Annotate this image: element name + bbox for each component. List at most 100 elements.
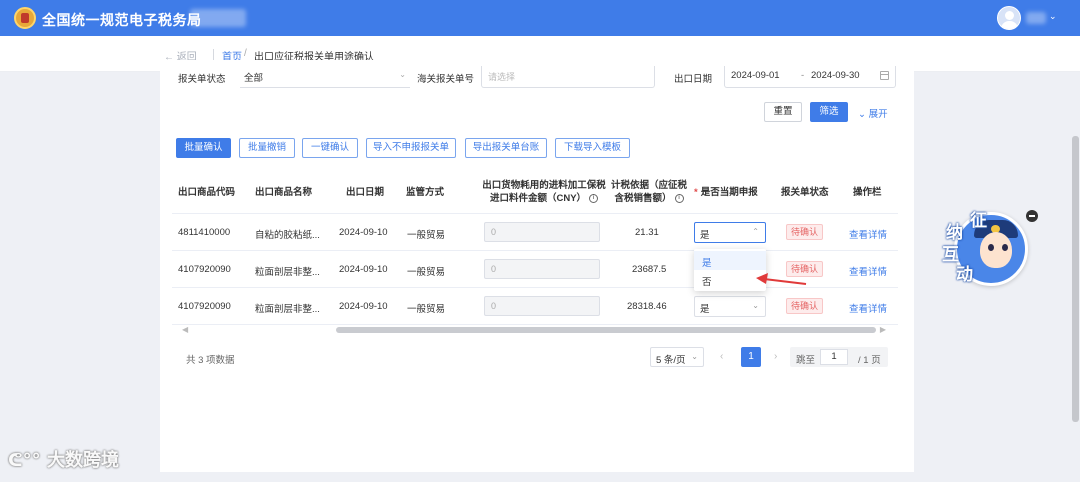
- page-size-value: 5 条/页: [656, 355, 686, 366]
- jump-page-input[interactable]: 1: [820, 349, 848, 365]
- declare-value: 是: [700, 230, 710, 241]
- next-page-icon[interactable]: ›: [774, 351, 777, 362]
- th-code: 出口商品代码: [178, 187, 236, 198]
- download-template-button[interactable]: 下载导入模板: [555, 138, 630, 158]
- status-filter-select[interactable]: 全部 ⌄: [240, 66, 410, 88]
- customs-no-input[interactable]: 请选择: [481, 66, 655, 88]
- bonded-amount-input: 0: [484, 222, 600, 242]
- cell-code: 4811410000: [178, 227, 231, 238]
- watermark-logo-icon: ᕦ°°: [8, 450, 41, 471]
- customs-no-label: 海关报关单号: [417, 74, 475, 85]
- declare-select[interactable]: 是 ⌃: [694, 222, 766, 243]
- info-icon[interactable]: i: [674, 193, 684, 203]
- date-dash: -: [801, 70, 805, 81]
- cell-tax-base: 28318.46: [627, 301, 667, 312]
- cell-name: 粒面剖层非整...: [255, 304, 320, 315]
- chevron-down-icon: ⌄: [752, 301, 759, 310]
- scroll-right-icon[interactable]: ▶: [880, 325, 886, 334]
- th-date: 出口日期: [346, 187, 385, 198]
- cell-code: 4107920090: [178, 264, 231, 275]
- th-bonded-line2: 进口料件金额（CNY）: [489, 193, 587, 204]
- cell-mode: 一般贸易: [407, 304, 446, 315]
- chevron-down-icon: ⌄: [858, 109, 869, 120]
- page-jump: 跳至 1 / 1 页: [790, 347, 888, 367]
- page-number-current[interactable]: 1: [741, 347, 761, 367]
- bonded-amount-input: 0: [484, 259, 600, 279]
- required-mark: *: [694, 187, 698, 198]
- th-mode: 监管方式: [406, 187, 445, 198]
- view-detail-link[interactable]: 查看详情: [849, 301, 887, 315]
- declare-select[interactable]: 是 ⌄: [694, 296, 766, 317]
- declare-value: 是: [700, 304, 710, 315]
- th-status: 报关单状态: [781, 187, 829, 198]
- top-bar: 全国统一规范电子税务局 ⌄: [0, 0, 1080, 36]
- info-icon[interactable]: i: [589, 193, 599, 203]
- bonded-amount-input: 0: [484, 296, 600, 316]
- breadcrumb-separator: /: [244, 48, 247, 59]
- blurred-region-name: [190, 9, 246, 27]
- th-declare: * 是否当期申报: [694, 186, 758, 199]
- th-tax-line2: 含税销售额）: [614, 193, 672, 204]
- chevron-down-icon: ⌄: [691, 352, 698, 361]
- status-badge: 待确认: [786, 298, 824, 314]
- view-detail-link[interactable]: 查看详情: [849, 264, 887, 278]
- batch-revoke-button[interactable]: 批量撤销: [239, 138, 295, 158]
- export-date-label: 出口日期: [674, 74, 713, 85]
- expand-toggle[interactable]: ⌄ 展开: [858, 106, 888, 120]
- th-declare-label: 是否当期申报: [700, 187, 758, 198]
- th-bonded-line1: 出口货物耗用的进料加工保税: [482, 180, 606, 191]
- mascot-char: 征: [970, 211, 987, 231]
- mascot-close-icon[interactable]: [1026, 210, 1038, 222]
- filter-button[interactable]: 筛选: [810, 102, 848, 122]
- breadcrumb-divider: [213, 49, 214, 60]
- jump-prefix: 跳至: [796, 355, 816, 366]
- mascot-face-icon: [980, 232, 1012, 268]
- th-name: 出口商品名称: [255, 187, 313, 198]
- cell-tax-base: 23687.5: [632, 264, 667, 275]
- export-date-range[interactable]: 2024-09-01 - 2024-09-30: [724, 66, 896, 88]
- page-vertical-scrollbar[interactable]: [1072, 136, 1079, 422]
- watermark-text: 大数跨境: [46, 450, 119, 471]
- cell-mode: 一般贸易: [407, 267, 446, 278]
- red-arrow-annotation: [756, 273, 807, 285]
- watermark: ᕦ°° 大数跨境: [8, 446, 119, 472]
- cell-date: 2024-09-10: [339, 264, 388, 275]
- chevron-up-icon: ⌃: [752, 227, 759, 236]
- status-badge: 待确认: [786, 224, 824, 240]
- one-click-confirm-button[interactable]: 一键确认: [302, 138, 358, 158]
- mascot-char: 动: [956, 265, 973, 285]
- view-detail-link[interactable]: 查看详情: [849, 227, 887, 241]
- chevron-down-icon[interactable]: ⌄: [1049, 11, 1057, 22]
- mascot-eye-icon: [988, 244, 994, 251]
- th-bonded: 出口货物耗用的进料加工保税 进口料件金额（CNY） i: [482, 179, 606, 205]
- th-bonded-line2-wrap: 进口料件金额（CNY） i: [482, 192, 606, 205]
- th-tax-base: 计税依据（应征税 含税销售额） i: [610, 179, 688, 205]
- cell-name: 自粘的胶粘纸...: [255, 230, 320, 241]
- prev-page-icon[interactable]: ‹: [720, 351, 723, 362]
- blurred-user-name[interactable]: [1026, 12, 1046, 24]
- reset-button[interactable]: 重置: [764, 102, 802, 122]
- total-count: 共 3 项数据: [186, 355, 235, 366]
- th-tax-line1: 计税依据（应征税: [610, 180, 687, 191]
- table-horizontal-scrollbar[interactable]: ◀ ▶: [178, 325, 890, 334]
- user-avatar-icon[interactable]: [997, 6, 1021, 30]
- export-ledger-button[interactable]: 导出报关单台账: [465, 138, 547, 158]
- batch-confirm-button[interactable]: 批量确认: [176, 138, 231, 158]
- cell-tax-base: 21.31: [635, 227, 659, 238]
- import-unreported-button[interactable]: 导入不申报报关单: [366, 138, 456, 158]
- scroll-thumb[interactable]: [336, 327, 876, 333]
- app-title: 全国统一规范电子税务局: [42, 12, 202, 28]
- page-size-select[interactable]: 5 条/页 ⌄: [650, 347, 704, 367]
- status-filter-value: 全部: [244, 73, 264, 84]
- table-row: 4811410000 自粘的胶粘纸... 2024-09-10 一般贸易 0 2…: [172, 214, 898, 251]
- scroll-left-icon[interactable]: ◀: [182, 325, 188, 334]
- interactive-mascot-widget[interactable]: 纳 征 互 动: [942, 206, 1030, 292]
- table-row: 4107920090 粒面剖层非整... 2024-09-10 一般贸易 0 2…: [172, 288, 898, 325]
- table-header: 出口商品代码 出口商品名称 出口日期 监管方式 出口货物耗用的进料加工保税 进口…: [172, 170, 898, 214]
- cell-date: 2024-09-10: [339, 301, 388, 312]
- expand-label: 展开: [868, 109, 888, 120]
- th-tax-line2-wrap: 含税销售额） i: [610, 192, 688, 205]
- th-operation: 操作栏: [853, 187, 882, 198]
- dropdown-option-yes[interactable]: 是: [694, 251, 766, 270]
- cell-date: 2024-09-10: [339, 227, 388, 238]
